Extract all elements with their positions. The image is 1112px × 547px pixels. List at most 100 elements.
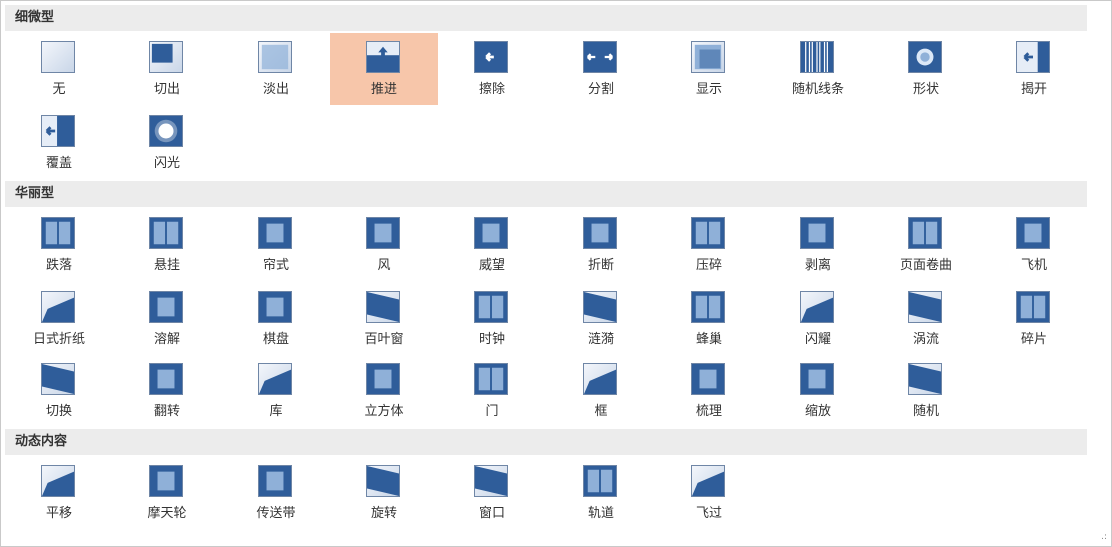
transition-tile[interactable]: 百叶窗: [330, 283, 438, 355]
transition-tile[interactable]: 传送带: [222, 457, 330, 529]
transition-tile[interactable]: 形状: [872, 33, 980, 105]
transition-label: 页面卷曲: [899, 258, 952, 273]
transition-tile[interactable]: 蜂巢: [655, 283, 763, 355]
fracture-icon: [583, 217, 617, 249]
transition-tile[interactable]: 分割: [547, 33, 655, 105]
transition-tile[interactable]: 库: [222, 355, 330, 427]
transition-label: 缩放: [804, 404, 831, 419]
transition-label: 无: [52, 82, 66, 97]
transition-tile[interactable]: 显示: [655, 33, 763, 105]
random-icon: [908, 363, 942, 395]
transition-tile[interactable]: 随机: [872, 355, 980, 427]
transition-label: 日式折纸: [32, 332, 85, 347]
transition-tile[interactable]: 闪光: [113, 107, 221, 179]
wind-icon: [366, 217, 400, 249]
transition-tile[interactable]: 擦除: [438, 33, 546, 105]
transition-tile[interactable]: 悬挂: [113, 209, 221, 281]
orbit-icon: [583, 465, 617, 497]
transition-label: 飞过: [695, 506, 722, 521]
zoom-icon: [800, 363, 834, 395]
transition-label: 揭开: [1020, 82, 1047, 97]
glitter-icon: [800, 291, 834, 323]
shape-icon: [908, 41, 942, 73]
transition-tile[interactable]: 威望: [438, 209, 546, 281]
transition-tile[interactable]: 覆盖: [5, 107, 113, 179]
transition-tile[interactable]: 页面卷曲: [872, 209, 980, 281]
page-curl-icon: [908, 217, 942, 249]
transition-label: 传送带: [256, 506, 296, 521]
transition-tile[interactable]: 无: [5, 33, 113, 105]
transition-label: 蜂巢: [695, 332, 722, 347]
transition-label: 摩天轮: [147, 506, 187, 521]
transition-tile[interactable]: 切换: [5, 355, 113, 427]
transition-tile[interactable]: 涟漪: [547, 283, 655, 355]
transition-tile[interactable]: 轨道: [547, 457, 655, 529]
transition-tile[interactable]: 推进: [330, 33, 438, 105]
transition-tile[interactable]: 溶解: [113, 283, 221, 355]
transition-tile[interactable]: 飞机: [980, 209, 1088, 281]
transition-tile[interactable]: 摩天轮: [113, 457, 221, 529]
transition-tile[interactable]: 时钟: [438, 283, 546, 355]
transition-tile[interactable]: 立方体: [330, 355, 438, 427]
cover-icon: [41, 115, 75, 147]
transition-tile[interactable]: 跌落: [5, 209, 113, 281]
transition-label: 棋盘: [262, 332, 289, 347]
transition-label: 随机线条: [791, 82, 844, 97]
transition-tile[interactable]: 切出: [113, 33, 221, 105]
airplane-icon: [1016, 217, 1050, 249]
resize-grip-icon[interactable]: .:: [1097, 532, 1107, 542]
transition-tile[interactable]: 窗口: [438, 457, 546, 529]
transition-label: 溶解: [153, 332, 180, 347]
section-header: 动态内容: [5, 429, 1087, 455]
transition-tile[interactable]: 梳理: [655, 355, 763, 427]
comb-icon: [691, 363, 725, 395]
transition-label: 推进: [370, 82, 397, 97]
transition-tile[interactable]: 翻转: [113, 355, 221, 427]
transition-label: 风: [377, 258, 391, 273]
transition-tile[interactable]: 压碎: [655, 209, 763, 281]
transition-label: 切换: [45, 404, 72, 419]
transition-label: 擦除: [478, 82, 505, 97]
transition-label: 形状: [912, 82, 939, 97]
rotate-icon: [366, 465, 400, 497]
transition-gallery: .: 细微型无 切出 淡出 推进 擦除 分割 显示 随机线条 形状 揭开 覆盖 闪光 华丽型 跌落 悬挂 帘式…: [0, 0, 1112, 547]
ferris-wheel-icon: [149, 465, 183, 497]
transition-label: 压碎: [695, 258, 722, 273]
transition-tile[interactable]: 门: [438, 355, 546, 427]
curtains-icon: [258, 217, 292, 249]
transition-tile[interactable]: 旋转: [330, 457, 438, 529]
transition-tile[interactable]: 帘式: [222, 209, 330, 281]
drape-icon: [149, 217, 183, 249]
transition-tile[interactable]: 随机线条: [764, 33, 872, 105]
transition-tile[interactable]: 框: [547, 355, 655, 427]
transition-label: 门: [485, 404, 499, 419]
transition-tile[interactable]: 平移: [5, 457, 113, 529]
conveyor-icon: [258, 465, 292, 497]
transition-tile[interactable]: 闪耀: [764, 283, 872, 355]
transition-tile[interactable]: 揭开: [980, 33, 1088, 105]
vortex-icon: [908, 291, 942, 323]
transition-tile[interactable]: 剥离: [764, 209, 872, 281]
transition-label: 闪光: [153, 156, 180, 171]
transition-tile[interactable]: 风: [330, 209, 438, 281]
transition-label: 翻转: [153, 404, 180, 419]
crush-icon: [691, 217, 725, 249]
transition-label: 切出: [153, 82, 180, 97]
window-icon: [474, 465, 508, 497]
peel-off-icon: [800, 217, 834, 249]
transition-label: 悬挂: [153, 258, 180, 273]
transition-label: 轨道: [587, 506, 614, 521]
uncover-icon: [1016, 41, 1050, 73]
transition-tile[interactable]: 淡出: [222, 33, 330, 105]
transition-label: 分割: [587, 82, 614, 97]
split-icon: [583, 41, 617, 73]
transition-label: 窗口: [478, 506, 505, 521]
transition-tile[interactable]: 缩放: [764, 355, 872, 427]
transition-tile[interactable]: 棋盘: [222, 283, 330, 355]
transition-tile[interactable]: 日式折纸: [5, 283, 113, 355]
transition-tile[interactable]: 涡流: [872, 283, 980, 355]
flash-icon: [149, 115, 183, 147]
transition-tile[interactable]: 折断: [547, 209, 655, 281]
transition-tile[interactable]: 飞过: [655, 457, 763, 529]
transition-tile[interactable]: 碎片: [980, 283, 1088, 355]
